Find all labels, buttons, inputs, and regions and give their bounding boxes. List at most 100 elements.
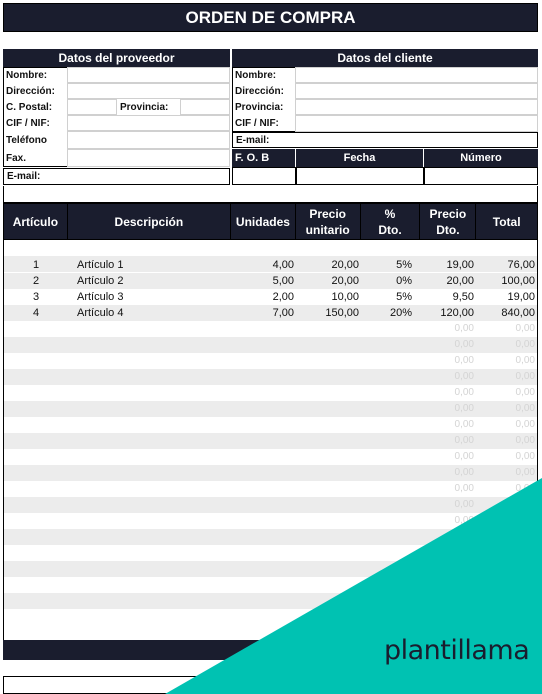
item-discount: 5%	[396, 259, 412, 271]
empty-total: 0,00	[515, 499, 535, 510]
number-header: Número	[424, 149, 538, 167]
table-row-empty[interactable]: 0,00 0,00	[4, 481, 537, 497]
table-row-empty[interactable]: 0,00 0,00	[4, 529, 537, 545]
empty-discounted-price: 0,00	[454, 531, 474, 542]
empty-total: 0,00	[515, 451, 535, 462]
empty-total: 0,00	[515, 515, 535, 526]
client-province-field[interactable]	[295, 99, 538, 115]
empty-total: 0,00	[515, 611, 535, 622]
document-title: ORDEN DE COMPRA	[3, 3, 538, 32]
supplier-fax-field[interactable]	[67, 149, 230, 167]
client-province-label: Provincia:	[235, 101, 284, 113]
column-discounted-price: Precio Dto.	[420, 204, 477, 239]
empty-discounted-price: 0,00	[454, 499, 474, 510]
table-row-empty[interactable]: 0,00 0,00	[4, 385, 537, 401]
table-row-empty[interactable]: 0,00 0,00	[4, 593, 537, 609]
table-row-empty[interactable]: 0,00 0,00	[4, 513, 537, 529]
table-row-empty[interactable]: 0,00 0,00	[4, 433, 537, 449]
supplier-province-field[interactable]	[180, 99, 230, 115]
empty-discounted-price: 0,00	[454, 387, 474, 398]
client-cif-label: CIF / NIF:	[235, 118, 279, 129]
item-discount: 0%	[396, 275, 412, 287]
column-description: Descripción	[68, 204, 232, 239]
table-row-empty[interactable]: 0,00 0,00	[4, 449, 537, 465]
supplier-email-label: E-mail:	[7, 171, 41, 182]
item-unit-price: 20,00	[331, 275, 359, 287]
item-number: 1	[33, 259, 40, 271]
item-discounted-price: 9,50	[452, 291, 474, 303]
empty-total: 0,00	[515, 467, 535, 478]
supplier-name-label: Nombre:	[6, 69, 48, 81]
empty-discounted-price: 0,00	[454, 595, 474, 606]
item-number: 4	[33, 307, 40, 319]
empty-discounted-price: 0,00	[454, 611, 474, 622]
item-number: 2	[33, 275, 40, 287]
empty-total: 0,00	[515, 355, 535, 366]
client-name-label: Nombre:	[235, 69, 277, 81]
number-field[interactable]	[424, 167, 538, 185]
supplier-postal-field[interactable]	[67, 99, 117, 115]
table-row-empty[interactable]: 0,00 0,00	[4, 353, 537, 369]
item-discount: 20%	[389, 307, 412, 319]
item-unit-price: 10,00	[331, 291, 359, 303]
supplier-phone-field[interactable]	[67, 131, 230, 149]
item-total: 840,00	[501, 307, 535, 319]
item-discounted-price: 20,00	[446, 275, 474, 287]
client-address-field[interactable]	[295, 83, 538, 99]
empty-total: 0,00	[515, 579, 535, 590]
brand-logo: plantillama	[384, 635, 530, 666]
table-row[interactable]: 2 Artículo 2 5,00 20,00 0% 20,00 100,00	[4, 273, 537, 289]
item-total: 76,00	[507, 259, 535, 271]
table-row-empty[interactable]: 0,00 0,00	[4, 321, 537, 337]
table-row-empty[interactable]: 0,00 0,00	[4, 417, 537, 433]
supplier-postal-label: C. Postal:	[6, 101, 53, 113]
table-row[interactable]: 4 Artículo 4 7,00 150,00 20% 120,00 840,…	[4, 305, 537, 321]
empty-discounted-price: 0,00	[454, 435, 474, 446]
item-discount: 5%	[396, 291, 412, 303]
empty-total: 0,00	[515, 595, 535, 606]
spacer-row	[3, 186, 538, 203]
empty-discounted-price: 0,00	[454, 515, 474, 526]
client-cif-field[interactable]	[295, 115, 538, 132]
table-row[interactable]: 1 Artículo 1 4,00 20,00 5% 19,00 76,00	[4, 257, 537, 273]
client-name-field[interactable]	[295, 67, 538, 83]
empty-discounted-price: 0,00	[454, 547, 474, 558]
items-table-body: 1 Artículo 1 4,00 20,00 5% 19,00 76,00 2…	[3, 240, 538, 640]
client-header: Datos del cliente	[232, 49, 538, 67]
table-row-empty[interactable]: 0,00 0,00	[4, 545, 537, 561]
table-row-empty[interactable]: 0,00 0,00	[4, 561, 537, 577]
supplier-phone-label: Teléfono	[6, 134, 47, 146]
empty-discounted-price: 0,00	[454, 483, 474, 494]
empty-total: 0,00	[515, 339, 535, 350]
item-description: Artículo 1	[77, 259, 124, 271]
table-row-empty[interactable]: 0,00 0,00	[4, 401, 537, 417]
empty-total: 0,00	[515, 483, 535, 494]
item-unit-price: 20,00	[331, 259, 359, 271]
empty-discounted-price: 0,00	[454, 371, 474, 382]
column-unit-price: Precio unitario	[296, 204, 361, 239]
empty-total: 0,00	[515, 419, 535, 430]
item-total: 19,00	[507, 291, 535, 303]
empty-discounted-price: 0,00	[454, 403, 474, 414]
fob-field[interactable]	[232, 167, 296, 185]
table-row-empty[interactable]: 0,00 0,00	[4, 497, 537, 513]
item-description: Artículo 3	[77, 291, 124, 303]
table-row-empty[interactable]: 0,00 0,00	[4, 337, 537, 353]
table-row[interactable]: 3 Artículo 3 2,00 10,00 5% 9,50 19,00	[4, 289, 537, 305]
table-row-empty[interactable]: 0,00 0,00	[4, 609, 537, 625]
item-number: 3	[33, 291, 40, 303]
notes-field[interactable]	[3, 676, 538, 694]
item-total: 100,00	[501, 275, 535, 287]
table-row-empty[interactable]: 0,00 0,00	[4, 465, 537, 481]
supplier-name-field[interactable]	[67, 67, 230, 83]
date-field[interactable]	[296, 167, 424, 185]
table-row-empty[interactable]: 0,00 0,00	[4, 369, 537, 385]
item-units: 5,00	[272, 275, 294, 287]
empty-total: 0,00	[515, 323, 535, 334]
item-description: Artículo 2	[77, 275, 124, 287]
supplier-cif-field[interactable]	[67, 115, 230, 131]
empty-total: 0,00	[515, 531, 535, 542]
supplier-address-field[interactable]	[67, 83, 230, 99]
table-row-empty[interactable]: 0,00 0,00	[4, 577, 537, 593]
client-email-label: E-mail:	[236, 134, 270, 146]
